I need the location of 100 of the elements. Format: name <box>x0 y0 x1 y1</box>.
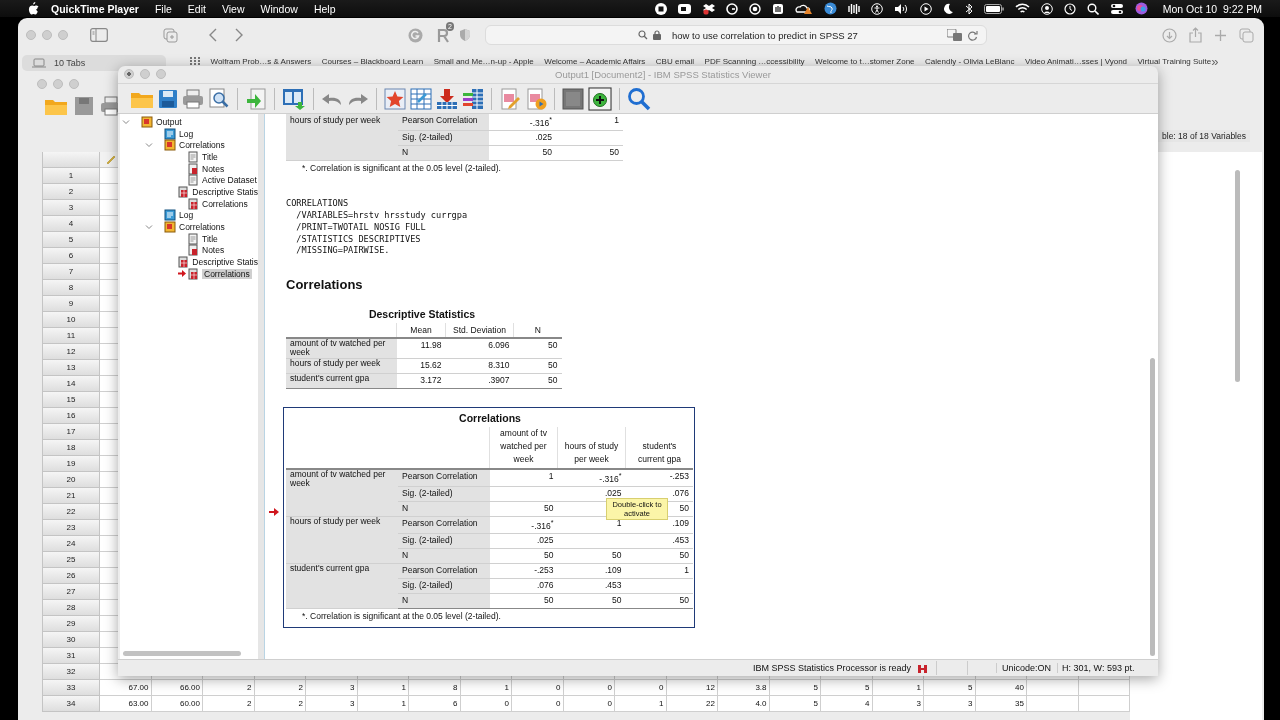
bookmark-link[interactable]: Welcome to t…stomer Zone <box>815 56 915 66</box>
outline-item[interactable]: Title <box>202 151 218 162</box>
row-number[interactable]: 20 <box>42 472 100 488</box>
outline-item[interactable]: Descriptive Statis <box>192 186 258 197</box>
address-bar[interactable]: how to use correlation to predict in SPSS 27 <box>485 25 987 45</box>
menu-item[interactable]: File <box>154 2 172 15</box>
row-number[interactable]: 6 <box>42 248 100 264</box>
menu-item[interactable]: View <box>221 2 245 15</box>
table-cell[interactable]: 0 <box>563 696 615 712</box>
bookmark-link[interactable]: Calendly - Olivia LeBlanc <box>925 56 1015 66</box>
row-number[interactable]: 24 <box>42 536 100 552</box>
bookmark-link[interactable]: Courses – Blackboard Learn <box>321 56 424 66</box>
app-name[interactable]: QuickTime Player <box>51 2 139 15</box>
table-cell[interactable]: 1 <box>357 680 409 696</box>
row-number[interactable]: 30 <box>42 632 100 648</box>
table-cell[interactable]: 3 <box>306 696 358 712</box>
outline-item[interactable]: Notes <box>202 163 225 174</box>
table-cell[interactable]: 5 <box>821 680 873 696</box>
table-cell[interactable]: 5 <box>924 680 976 696</box>
table-cell[interactable]: 40 <box>975 680 1027 696</box>
clock-text[interactable]: Mon Oct 10 9:22 PM <box>1162 2 1262 15</box>
table-cell[interactable]: 0 <box>512 680 564 696</box>
table-cell[interactable]: 3 <box>872 696 924 712</box>
table-cell[interactable]: 1 <box>460 680 512 696</box>
bookmark-link[interactable]: Virtual Training Suite <box>1137 56 1212 66</box>
table-cell[interactable]: 0 <box>615 680 667 696</box>
outline-item[interactable]: Log <box>179 128 194 139</box>
row-number[interactable]: 12 <box>42 344 100 360</box>
row-number[interactable]: 9 <box>42 296 100 312</box>
row-number[interactable]: 29 <box>42 616 100 632</box>
row-number[interactable]: 34 <box>42 696 100 712</box>
bookmark-link[interactable]: Wolfram Prob…s & Answers <box>210 56 312 66</box>
outline-item[interactable]: Correlations <box>179 140 225 151</box>
table-cell[interactable]: 2 <box>203 696 255 712</box>
table-cell[interactable]: 0 <box>512 696 564 712</box>
row-number[interactable]: 14 <box>42 376 100 392</box>
table-cell[interactable]: 5 <box>769 680 821 696</box>
row-number[interactable]: 23 <box>42 520 100 536</box>
row-number[interactable]: 32 <box>42 664 100 680</box>
table-cell[interactable]: 4 <box>821 696 873 712</box>
row-number[interactable]: 13 <box>42 360 100 376</box>
row-number[interactable]: 3 <box>42 200 100 216</box>
table-cell[interactable]: 63.00 <box>100 696 152 712</box>
row-number[interactable]: 16 <box>42 408 100 424</box>
table-cell[interactable]: 6 <box>409 696 461 712</box>
menu-item[interactable]: Help <box>313 2 336 15</box>
outline-item[interactable]: Correlations <box>202 198 248 209</box>
row-number[interactable]: 33 <box>42 680 100 696</box>
outline-item[interactable]: Correlations <box>202 268 252 279</box>
row-number[interactable]: 1 <box>42 168 100 184</box>
table-cell[interactable]: 1 <box>615 696 667 712</box>
table-cell[interactable]: 1 <box>872 680 924 696</box>
row-number[interactable]: 7 <box>42 264 100 280</box>
table-cell[interactable]: 2 <box>254 680 306 696</box>
row-number[interactable]: 21 <box>42 488 100 504</box>
menu-item[interactable]: Window <box>260 2 298 15</box>
tab-group-item[interactable]: 10 Tabs <box>22 55 166 71</box>
menu-item[interactable]: Edit <box>187 2 206 15</box>
table-cell[interactable]: 12 <box>666 680 718 696</box>
row-number[interactable]: 18 <box>42 440 100 456</box>
row-number[interactable]: 28 <box>42 600 100 616</box>
row-number[interactable]: 19 <box>42 456 100 472</box>
table-cell[interactable]: 0 <box>563 680 615 696</box>
more-bookmarks-button[interactable]: » <box>1211 53 1219 69</box>
table-cell[interactable]: 1 <box>357 696 409 712</box>
row-number[interactable]: 26 <box>42 568 100 584</box>
table-cell[interactable]: 22 <box>666 696 718 712</box>
table-cell[interactable]: 2 <box>203 680 255 696</box>
table-cell[interactable]: 60.00 <box>151 696 203 712</box>
bookmark-link[interactable]: PDF Scanning …ccessibility <box>704 56 805 66</box>
row-number[interactable]: 25 <box>42 552 100 568</box>
row-number[interactable]: 27 <box>42 584 100 600</box>
table-cell[interactable]: 3 <box>924 696 976 712</box>
table-cell[interactable]: 35 <box>975 696 1027 712</box>
table-cell[interactable]: 67.00 <box>100 680 152 696</box>
table-cell[interactable]: 66.00 <box>151 680 203 696</box>
row-number[interactable]: 5 <box>42 232 100 248</box>
row-number[interactable]: 15 <box>42 392 100 408</box>
bookmark-link[interactable]: Video Animati…sses | Vyond <box>1024 56 1128 66</box>
table-cell[interactable]: 5 <box>769 696 821 712</box>
table-cell[interactable]: 3 <box>306 680 358 696</box>
table-cell[interactable]: 4.0 <box>718 696 770 712</box>
row-number[interactable]: 10 <box>42 312 100 328</box>
bookmark-link[interactable]: Welcome – Academic Affairs <box>544 56 646 66</box>
bookmark-link[interactable]: CBU email <box>655 56 695 66</box>
table-cell[interactable]: 0 <box>460 696 512 712</box>
row-number[interactable]: 4 <box>42 216 100 232</box>
outline-item[interactable]: Notes <box>202 245 225 256</box>
bookmark-link[interactable]: Small and Me…n-up - Apple <box>433 56 534 66</box>
outline-item[interactable]: Correlations <box>179 222 225 233</box>
table-cell[interactable]: 3.8 <box>718 680 770 696</box>
outline-item[interactable]: Active Dataset <box>202 175 257 186</box>
row-number[interactable]: 2 <box>42 184 100 200</box>
outline-item[interactable]: Descriptive Statis <box>192 257 258 268</box>
row-number[interactable]: 8 <box>42 280 100 296</box>
table-cell[interactable]: 2 <box>254 696 306 712</box>
row-number[interactable]: 17 <box>42 424 100 440</box>
outline-item[interactable]: Title <box>202 233 218 244</box>
table-cell[interactable]: 8 <box>409 680 461 696</box>
row-number[interactable]: 11 <box>42 328 100 344</box>
